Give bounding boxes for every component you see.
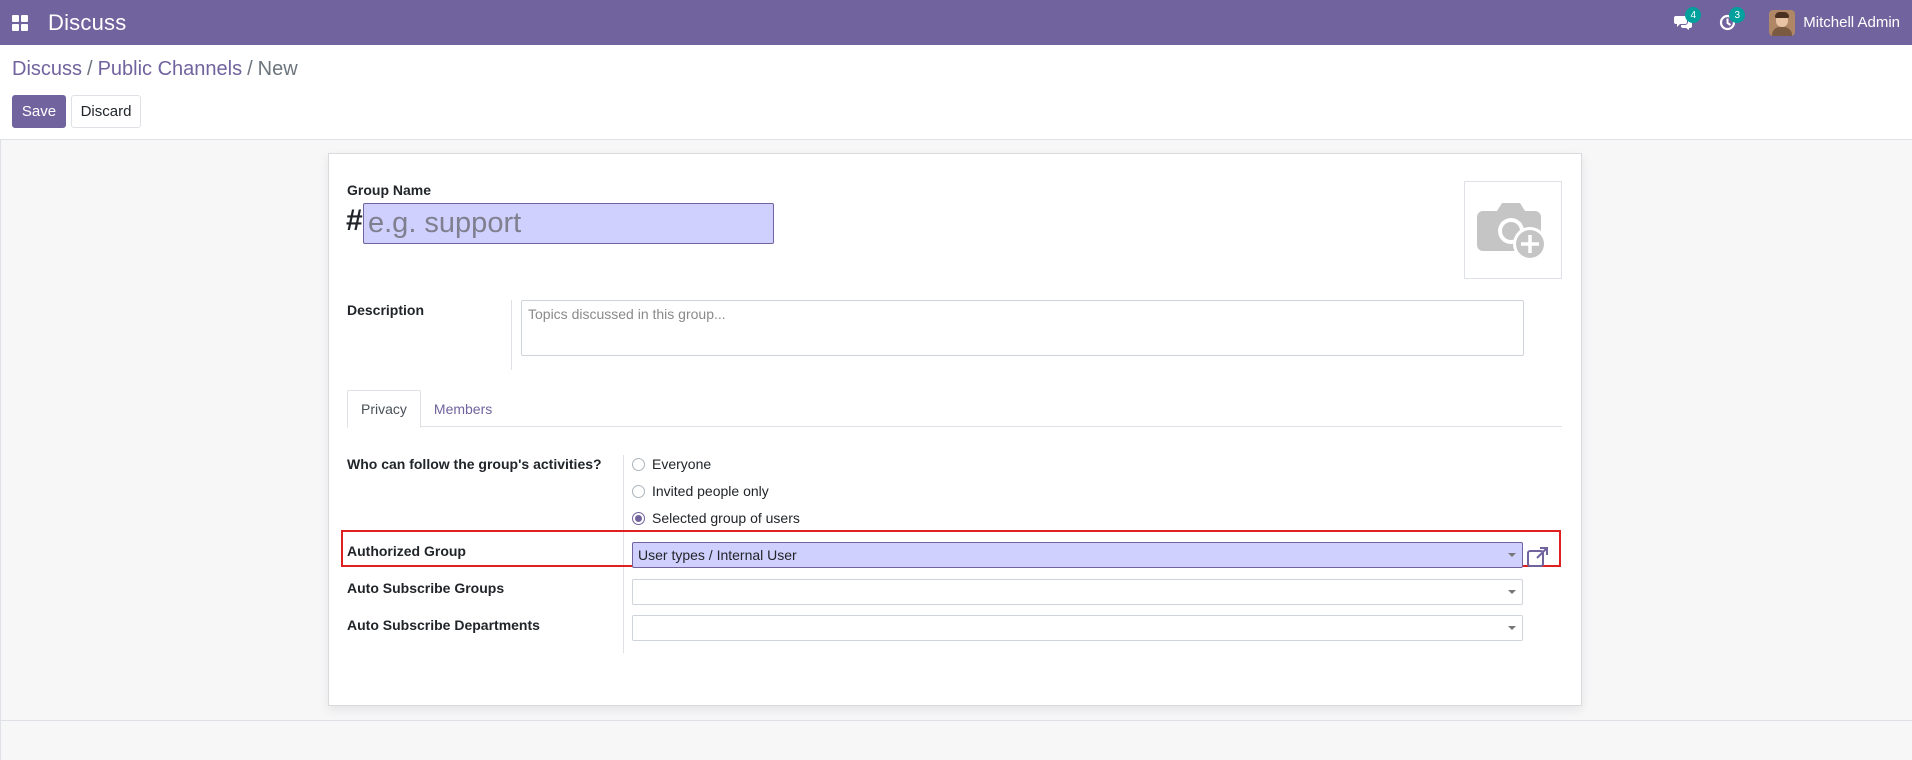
radio-selected-group[interactable]: Selected group of users xyxy=(632,510,800,526)
radio-label: Invited people only xyxy=(652,483,769,499)
auto-subscribe-groups-select[interactable] xyxy=(632,579,1523,605)
chevron-down-icon[interactable] xyxy=(1508,626,1516,630)
radio-label: Selected group of users xyxy=(652,510,800,526)
camera-plus-icon xyxy=(1477,203,1547,261)
chevron-down-icon[interactable] xyxy=(1508,553,1516,557)
description-label: Description xyxy=(347,302,425,318)
auto-subscribe-departments-label: Auto Subscribe Departments xyxy=(347,617,540,633)
radio-button[interactable] xyxy=(632,457,645,471)
breadcrumb-public-channels[interactable]: Public Channels xyxy=(98,58,243,81)
hash-prefix: # xyxy=(346,204,363,237)
control-panel: Discuss / Public Channels / New Save Dis… xyxy=(0,45,1912,140)
breadcrumb-current: New xyxy=(257,58,298,80)
app-name[interactable]: Discuss xyxy=(48,10,126,36)
activities-badge: 3 xyxy=(1729,7,1746,23)
breadcrumb-separator: / xyxy=(87,58,93,80)
main-navbar: Discuss 4 3 Mitchell Admin xyxy=(0,0,1912,45)
divider xyxy=(511,300,512,370)
notebook-tabs: Privacy Members xyxy=(347,390,1562,428)
user-menu[interactable]: Mitchell Admin xyxy=(1769,9,1900,36)
description-field[interactable] xyxy=(521,300,1524,356)
systray: 4 3 Mitchell Admin xyxy=(1661,0,1912,45)
avatar xyxy=(1769,9,1796,36)
group-name-input[interactable] xyxy=(363,203,774,244)
radio-invited-people[interactable]: Invited people only xyxy=(632,483,769,499)
apps-menu-button[interactable] xyxy=(0,0,40,45)
radio-button[interactable] xyxy=(632,511,645,525)
external-link-icon[interactable] xyxy=(1526,545,1550,569)
breadcrumb-separator: / xyxy=(247,58,253,80)
user-name: Mitchell Admin xyxy=(1803,14,1900,31)
breadcrumb: Discuss / Public Channels / New xyxy=(12,58,298,81)
authorized-group-value: User types / Internal User xyxy=(638,547,797,563)
authorized-group-select[interactable]: User types / Internal User xyxy=(632,542,1523,568)
save-button[interactable]: Save xyxy=(12,95,66,128)
radio-button[interactable] xyxy=(632,484,645,498)
form-sheet: Group Name # Description Privacy Members… xyxy=(328,153,1582,706)
group-name-label: Group Name xyxy=(347,182,432,198)
breadcrumb-discuss[interactable]: Discuss xyxy=(12,58,82,81)
messages-badge: 4 xyxy=(1685,7,1702,23)
footer-band xyxy=(0,720,1912,760)
activity-menu[interactable]: 3 xyxy=(1705,0,1749,45)
tab-privacy[interactable]: Privacy xyxy=(347,390,421,428)
follow-label: Who can follow the group's activities? xyxy=(347,456,602,472)
discard-button[interactable]: Discard xyxy=(71,95,141,128)
messaging-menu[interactable]: 4 xyxy=(1661,0,1705,45)
chevron-down-icon[interactable] xyxy=(1508,590,1516,594)
auto-subscribe-departments-select[interactable] xyxy=(632,615,1523,641)
image-upload[interactable] xyxy=(1464,181,1562,279)
authorized-group-label: Authorized Group xyxy=(347,543,466,559)
apps-grid-icon xyxy=(12,14,28,31)
auto-subscribe-groups-label: Auto Subscribe Groups xyxy=(347,580,505,596)
form-buttons: Save Discard xyxy=(12,95,141,128)
tab-members[interactable]: Members xyxy=(421,390,505,427)
radio-label: Everyone xyxy=(652,456,712,472)
radio-everyone[interactable]: Everyone xyxy=(632,456,711,472)
